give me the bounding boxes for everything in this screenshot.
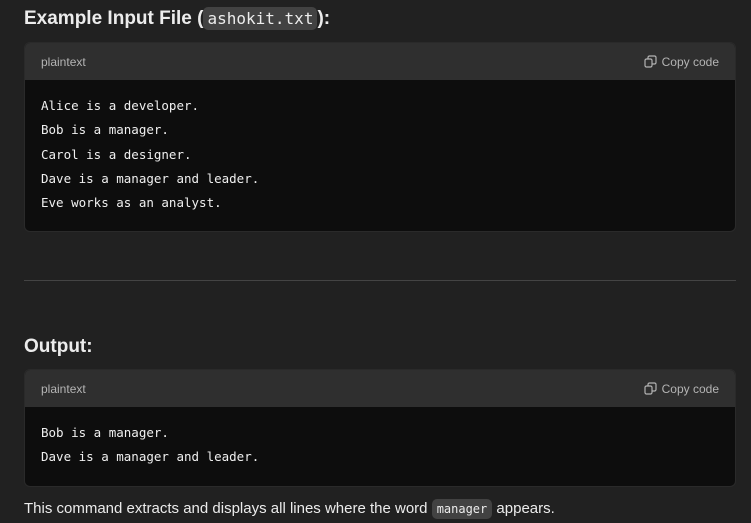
heading-text: Example Input File (	[24, 8, 204, 29]
code-content: Alice is a developer. Bob is a manager. Ca…	[25, 80, 735, 229]
heading-text: ):	[317, 8, 331, 29]
inline-code: ashokit.txt	[203, 7, 318, 30]
code-content: Bob is a manager. Dave is a manager and l…	[25, 407, 735, 484]
code-block-header: plaintext Copy code	[25, 370, 735, 407]
text: appears.	[492, 500, 555, 517]
divider	[24, 280, 736, 281]
copy-code-button[interactable]: Copy code	[644, 382, 719, 396]
code-line: Carol is a designer.	[41, 146, 192, 162]
code-line: Alice is a developer.	[41, 98, 200, 113]
code-line: Bob is a manager.	[41, 122, 169, 138]
code-language: plaintext	[41, 54, 86, 69]
chat-message: Example Input File (ashokit.txt): plaint…	[0, 0, 751, 523]
code-line: Dave is a manager and leader.	[41, 449, 260, 465]
copy-label: Copy code	[661, 381, 719, 396]
code-line: Bob is a manager.	[41, 425, 169, 440]
code-block-header: plaintext Copy code	[25, 43, 735, 80]
description-text: This command extracts and displays all l…	[24, 499, 555, 519]
text: This command extracts and displays all l…	[24, 500, 432, 517]
output-heading: Output:	[24, 336, 93, 357]
copy-code-button[interactable]: Copy code	[644, 55, 719, 69]
copy-icon	[644, 382, 657, 395]
code-line: Eve works as an analyst.	[41, 195, 222, 211]
inline-code: manager	[431, 499, 493, 519]
code-language: plaintext	[41, 381, 86, 396]
input-file-heading: Example Input File (ashokit.txt):	[24, 7, 330, 31]
code-line: Dave is a manager and leader.	[41, 170, 260, 186]
code-block-output: plaintext Copy code Bob is a manager. Dav…	[24, 369, 736, 487]
code-block-input: plaintext Copy code Alice is a developer…	[24, 42, 736, 232]
copy-label: Copy code	[661, 54, 719, 69]
copy-icon	[644, 55, 657, 68]
